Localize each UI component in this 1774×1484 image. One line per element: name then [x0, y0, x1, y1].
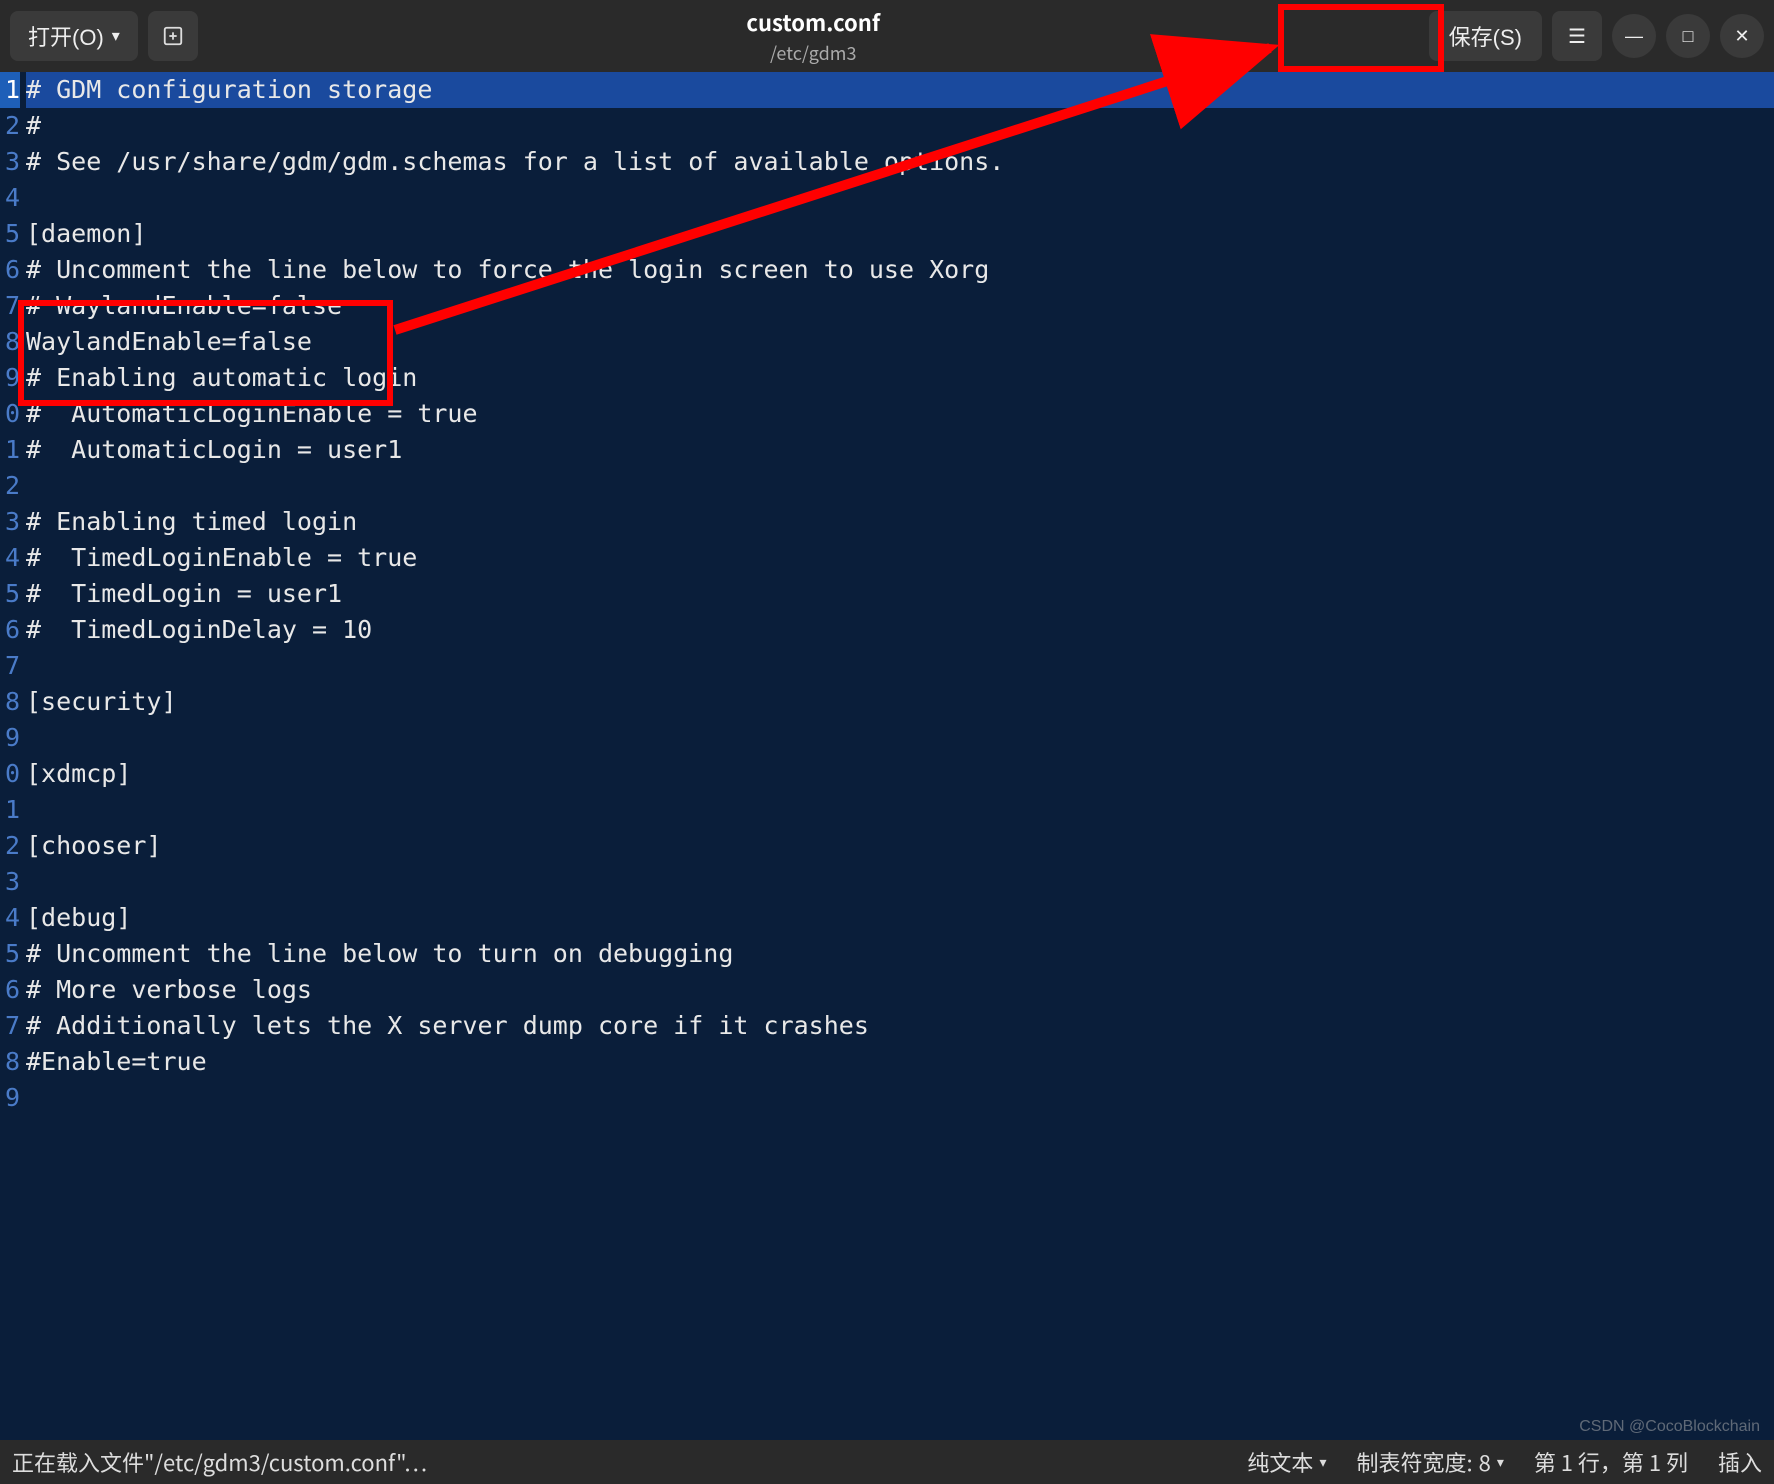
line-number: 6 [0, 612, 20, 648]
code-line[interactable]: # WaylandEnable=false [26, 288, 1774, 324]
code-line[interactable] [26, 720, 1774, 756]
status-position: 第 1 行，第 1 列 [1534, 1446, 1688, 1478]
code-line[interactable] [26, 180, 1774, 216]
maximize-icon: □ [1683, 26, 1694, 47]
window-title: custom.conf [746, 6, 880, 38]
line-number: 3 [0, 144, 20, 180]
line-number: 5 [0, 216, 20, 252]
menu-button[interactable]: ☰ [1552, 11, 1602, 61]
code-line[interactable] [26, 468, 1774, 504]
code-line[interactable]: # TimedLoginDelay = 10 [26, 612, 1774, 648]
line-number: 8 [0, 684, 20, 720]
titlebar: 打开(O) ▾ custom.conf /etc/gdm3 保存(S) ☰ — … [0, 0, 1774, 72]
line-number: 8 [0, 1044, 20, 1080]
line-number: 6 [0, 252, 20, 288]
code-line[interactable]: WaylandEnable=false [26, 324, 1774, 360]
new-tab-button[interactable] [148, 11, 198, 61]
title-center: custom.conf /etc/gdm3 [208, 6, 1419, 66]
code-line[interactable]: [xdmcp] [26, 756, 1774, 792]
line-number: 5 [0, 576, 20, 612]
line-number: 2 [0, 108, 20, 144]
code-line[interactable]: #Enable=true [26, 1044, 1774, 1080]
line-number: 3 [0, 864, 20, 900]
chevron-down-icon: ▾ [1497, 1452, 1504, 1472]
code-line[interactable]: # Uncomment the line below to turn on de… [26, 936, 1774, 972]
line-number: 1 [0, 72, 20, 108]
code-line[interactable]: [chooser] [26, 828, 1774, 864]
code-content[interactable]: # GDM configuration storage## See /usr/s… [24, 72, 1774, 1440]
new-tab-icon [162, 25, 184, 47]
code-line[interactable]: # TimedLogin = user1 [26, 576, 1774, 612]
open-label: 打开(O) [28, 20, 104, 52]
line-number: 7 [0, 1008, 20, 1044]
code-line[interactable]: [debug] [26, 900, 1774, 936]
line-number: 5 [0, 936, 20, 972]
status-mode[interactable]: 插入 [1718, 1446, 1762, 1478]
line-number: 1 [0, 432, 20, 468]
line-number: 6 [0, 972, 20, 1008]
code-line[interactable]: [daemon] [26, 216, 1774, 252]
line-number: 3 [0, 504, 20, 540]
code-line[interactable]: # Enabling automatic login [26, 360, 1774, 396]
code-line[interactable]: # TimedLoginEnable = true [26, 540, 1774, 576]
code-line[interactable]: [security] [26, 684, 1774, 720]
save-label: 保存(S) [1449, 20, 1522, 52]
chevron-down-icon: ▾ [112, 26, 120, 46]
code-line[interactable] [26, 1080, 1774, 1116]
window-subtitle: /etc/gdm3 [770, 40, 856, 66]
line-gutter: 12345678901234567890123456789 [0, 72, 24, 1440]
status-tabwidth[interactable]: 制表符宽度: 8 ▾ [1356, 1446, 1503, 1478]
code-line[interactable]: # Enabling timed login [26, 504, 1774, 540]
line-number: 7 [0, 288, 20, 324]
code-line[interactable] [26, 864, 1774, 900]
save-button[interactable]: 保存(S) [1429, 11, 1542, 61]
line-number: 0 [0, 396, 20, 432]
close-button[interactable]: ✕ [1720, 14, 1764, 58]
watermark: CSDN @CocoBlockchain [1579, 1418, 1760, 1436]
open-button[interactable]: 打开(O) ▾ [10, 11, 138, 61]
code-line[interactable]: # See /usr/share/gdm/gdm.schemas for a l… [26, 144, 1774, 180]
chevron-down-icon: ▾ [1319, 1452, 1326, 1472]
line-number: 4 [0, 900, 20, 936]
line-number: 1 [0, 792, 20, 828]
editor-area[interactable]: 12345678901234567890123456789 # GDM conf… [0, 72, 1774, 1440]
line-number: 4 [0, 540, 20, 576]
line-number: 0 [0, 756, 20, 792]
hamburger-icon: ☰ [1568, 24, 1586, 49]
close-icon: ✕ [1734, 26, 1749, 47]
line-number: 4 [0, 180, 20, 216]
code-line[interactable]: # GDM configuration storage [26, 72, 1774, 108]
code-line[interactable] [26, 792, 1774, 828]
status-syntax[interactable]: 纯文本 ▾ [1247, 1446, 1326, 1478]
maximize-button[interactable]: □ [1666, 14, 1710, 58]
minimize-button[interactable]: — [1612, 14, 1656, 58]
line-number: 2 [0, 828, 20, 864]
code-line[interactable]: # More verbose logs [26, 972, 1774, 1008]
line-number: 9 [0, 1080, 20, 1116]
line-number: 9 [0, 360, 20, 396]
line-number: 2 [0, 468, 20, 504]
status-loading: 正在载入文件"/etc/gdm3/custom.conf"… [12, 1446, 427, 1478]
code-line[interactable]: # [26, 108, 1774, 144]
code-line[interactable]: # AutomaticLoginEnable = true [26, 396, 1774, 432]
line-number: 9 [0, 720, 20, 756]
statusbar: 正在载入文件"/etc/gdm3/custom.conf"… 纯文本 ▾ 制表符… [0, 1440, 1774, 1484]
code-line[interactable]: # Additionally lets the X server dump co… [26, 1008, 1774, 1044]
line-number: 8 [0, 324, 20, 360]
minimize-icon: — [1625, 26, 1643, 47]
line-number: 7 [0, 648, 20, 684]
code-line[interactable]: # AutomaticLogin = user1 [26, 432, 1774, 468]
code-line[interactable] [26, 648, 1774, 684]
code-line[interactable]: # Uncomment the line below to force the … [26, 252, 1774, 288]
